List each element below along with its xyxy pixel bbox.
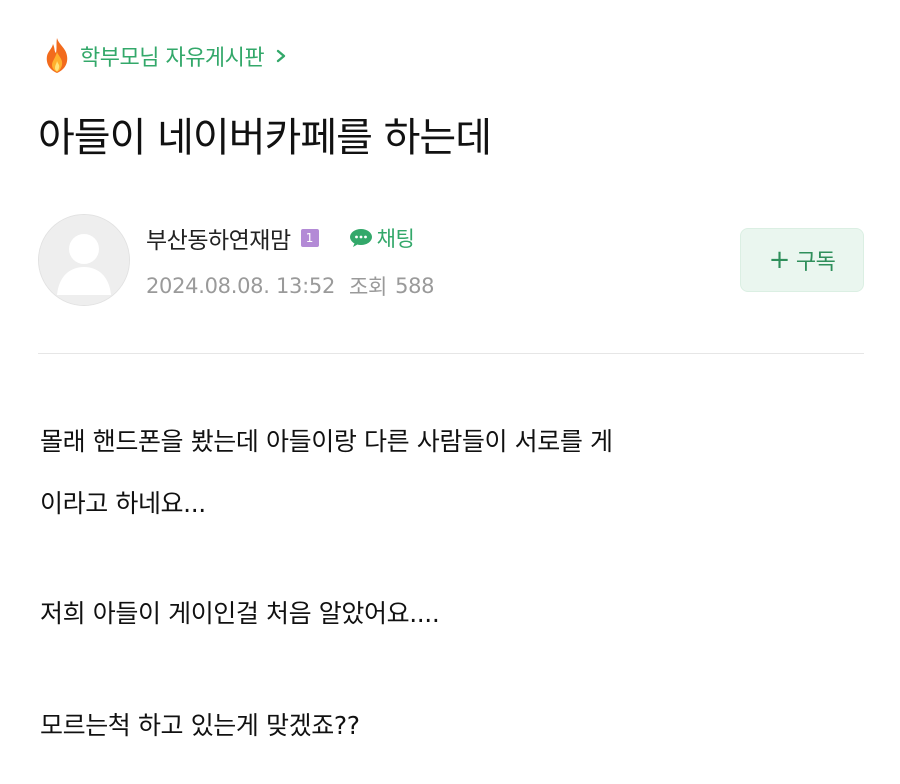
post-title: 아들이 네이버카페를 하는데 (38, 115, 492, 161)
board-name: 학부모님 자유게시판 (80, 46, 265, 71)
member-level-badge: 1 (300, 229, 319, 247)
default-avatar-icon (39, 215, 129, 305)
header-divider (38, 353, 864, 354)
post-date: 2024.08.08. 13:52 (146, 274, 336, 298)
chat-label: 채팅 (376, 227, 415, 251)
post-meta: 2024.08.08. 13:52 조회 588 (146, 268, 435, 304)
post-body-paragraph-1-line-2: 이라고 하네요... (40, 489, 206, 518)
views-count: 588 (395, 274, 435, 298)
board-breadcrumb-link[interactable]: 학부모님 자유게시판 (40, 34, 288, 78)
chat-button[interactable]: 채팅 (349, 223, 415, 253)
post-body-paragraph-3: 모르는척 하고 있는게 맞겠죠?? (40, 711, 360, 740)
subscribe-label: 구독 (795, 250, 836, 275)
author-avatar[interactable] (38, 214, 130, 306)
subscribe-button[interactable]: + 구독 (740, 228, 864, 292)
post-body-paragraph-1-line-1: 몰래 핸드폰을 봤는데 아들이랑 다른 사람들이 서로를 게 (40, 427, 613, 456)
fire-icon (46, 38, 68, 73)
chat-bubble-icon (349, 229, 372, 247)
plus-icon: + (768, 245, 791, 275)
post-body-paragraph-2: 저희 아들이 게이인걸 처음 알았어요.... (40, 599, 440, 628)
views-label: 조회 (349, 275, 388, 299)
author-row: 부산동하연재맘 1 채팅 (146, 220, 415, 256)
author-name[interactable]: 부산동하연재맘 (146, 221, 291, 255)
chevron-right-icon (276, 49, 286, 63)
